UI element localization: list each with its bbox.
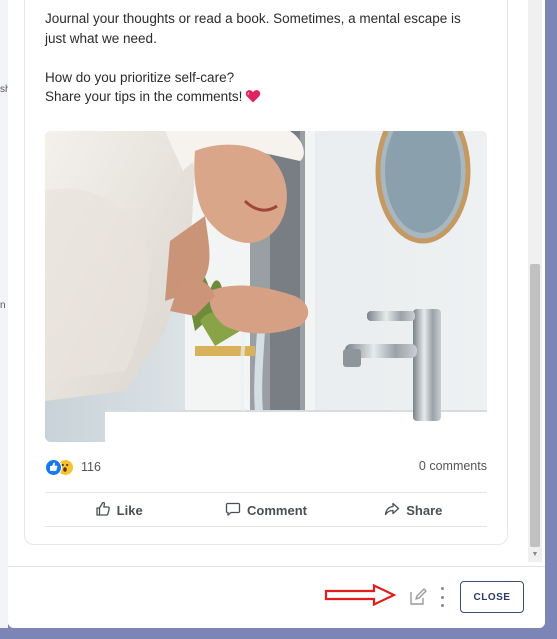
comment-bubble-icon <box>225 501 241 520</box>
share-arrow-icon <box>384 501 400 520</box>
post-text-line: How do you prioritize self-care? <box>45 69 235 85</box>
scroll-down-arrow-icon[interactable]: ▼ <box>530 550 540 560</box>
post-card: Journal your thoughts or read a book. So… <box>24 0 508 545</box>
like-button[interactable]: Like <box>45 501 192 520</box>
like-button-label: Like <box>116 502 143 518</box>
red-arrow-annotation-icon <box>324 583 397 611</box>
divider <box>45 492 487 493</box>
reaction-summary[interactable]: 116 <box>45 458 101 476</box>
post-text-line-content: Share your tips in the comments! <box>45 89 243 104</box>
thumbs-up-icon <box>95 501 111 520</box>
post-body: Journal your thoughts or read a book. So… <box>45 9 485 109</box>
divider <box>45 526 487 527</box>
post-modal: Journal your thoughts or read a book. So… <box>8 0 545 628</box>
modal-footer: CLOSE <box>8 566 545 628</box>
share-button-label: Share <box>406 502 443 518</box>
heart-icon <box>245 89 261 109</box>
modal-scroll-area[interactable]: Journal your thoughts or read a book. So… <box>8 0 545 566</box>
like-reaction-icon <box>45 458 62 476</box>
comment-button-label: Comment <box>247 502 307 518</box>
reaction-count: 116 <box>81 460 101 474</box>
more-options-icon[interactable] <box>438 587 446 607</box>
post-text-line: just what we need. <box>45 30 157 46</box>
post-text-line: Journal your thoughts or read a book. So… <box>45 11 461 26</box>
post-text-line: Share your tips in the comments! <box>45 87 485 109</box>
background-text-fragment: n <box>0 300 6 311</box>
post-actions-bar: Like Comment Share <box>45 494 487 526</box>
edit-pencil-icon[interactable] <box>408 587 428 612</box>
comments-count-link[interactable]: 0 comments <box>419 459 487 473</box>
scrollbar-thumb[interactable] <box>530 264 540 547</box>
share-button[interactable]: Share <box>340 501 487 520</box>
post-image[interactable] <box>45 131 487 442</box>
close-button[interactable]: CLOSE <box>460 581 524 613</box>
comment-button[interactable]: Comment <box>192 501 339 520</box>
